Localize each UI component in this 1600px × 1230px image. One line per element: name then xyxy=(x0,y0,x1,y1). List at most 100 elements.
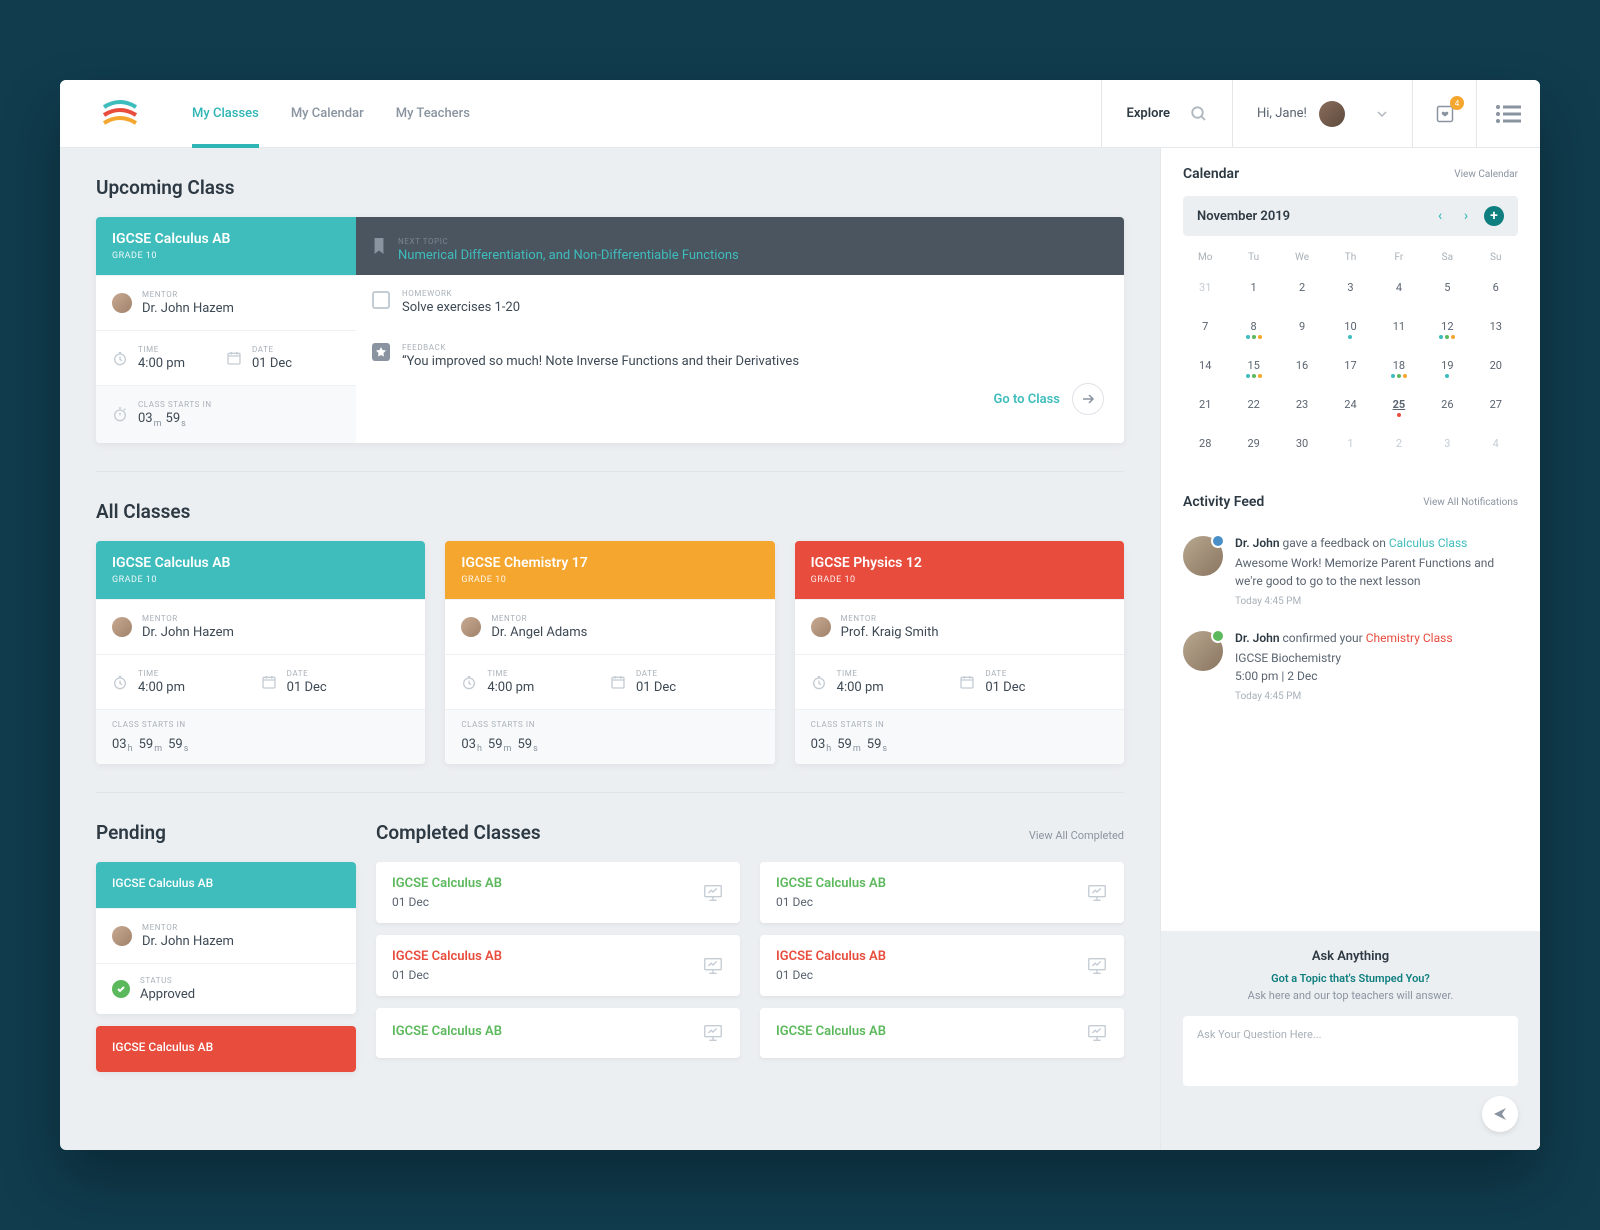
calendar-day[interactable]: 10 xyxy=(1328,312,1372,347)
calendar-dow: Th xyxy=(1328,246,1372,269)
calendar-day[interactable]: 18 xyxy=(1377,351,1421,386)
mentor-avatar xyxy=(112,293,132,313)
card-header: IGCSE Physics 12GRADE 10 xyxy=(795,541,1124,599)
calendar-day[interactable]: 6 xyxy=(1474,273,1518,308)
calendar-day[interactable]: 13 xyxy=(1474,312,1518,347)
completed-card[interactable]: IGCSE Calculus AB01 Dec xyxy=(376,862,740,923)
next-topic: Numerical Differentiation, and Non-Diffe… xyxy=(398,248,739,263)
activity-avatar xyxy=(1183,631,1223,671)
feedback-row: FEEDBACK“You improved so much! Note Inve… xyxy=(356,329,1124,383)
calendar-day[interactable]: 26 xyxy=(1425,390,1469,425)
class-card[interactable]: IGCSE Physics 12GRADE 10 MENTORProf. Kra… xyxy=(795,541,1124,765)
calendar-day[interactable]: 7 xyxy=(1183,312,1227,347)
calendar-day[interactable]: 30 xyxy=(1280,429,1324,464)
nav-my-calendar[interactable]: My Calendar xyxy=(291,80,364,148)
countdown-value: 03m59s xyxy=(138,411,212,429)
calendar-day[interactable]: 17 xyxy=(1328,351,1372,386)
activity-item[interactable]: Dr. John gave a feedback on Calculus Cla… xyxy=(1161,524,1540,619)
class-card[interactable]: IGCSE Calculus ABGRADE 10 MENTORDr. John… xyxy=(96,541,425,765)
list-icon xyxy=(1495,104,1523,124)
notification-badge: 4 xyxy=(1450,96,1464,110)
explore-link[interactable]: Explore xyxy=(1126,106,1170,121)
calendar-day[interactable]: 24 xyxy=(1328,390,1372,425)
menu-button[interactable] xyxy=(1476,80,1540,147)
class-title: IGCSE Calculus AB xyxy=(112,231,340,247)
logo[interactable] xyxy=(60,80,180,147)
nav-my-classes[interactable]: My Classes xyxy=(192,80,259,148)
goto-class-button[interactable] xyxy=(1072,383,1104,415)
view-notifications-link[interactable]: View All Notifications xyxy=(1423,497,1518,508)
user-greeting: Hi, Jane! xyxy=(1257,106,1307,121)
homework-row: HOMEWORKSolve exercises 1-20 xyxy=(356,275,1124,329)
view-all-completed-link[interactable]: View All Completed xyxy=(1029,829,1124,842)
completed-card[interactable]: IGCSE Calculus AB01 Dec xyxy=(376,935,740,996)
calendar-day[interactable]: 4 xyxy=(1474,429,1518,464)
checkbox[interactable] xyxy=(372,291,390,309)
activity-avatar xyxy=(1183,536,1223,576)
calendar-day[interactable]: 2 xyxy=(1377,429,1421,464)
activity-item[interactable]: Dr. John confirmed your Chemistry ClassI… xyxy=(1161,619,1540,714)
presentation-icon xyxy=(702,882,724,904)
calendar-day[interactable]: 5 xyxy=(1425,273,1469,308)
stopwatch-icon xyxy=(112,406,128,422)
clock-icon xyxy=(112,350,128,366)
calendar-day[interactable]: 19 xyxy=(1425,351,1469,386)
search-icon[interactable] xyxy=(1190,105,1208,123)
calendar-day[interactable]: 21 xyxy=(1183,390,1227,425)
nav-my-teachers[interactable]: My Teachers xyxy=(396,80,470,148)
calendar-day[interactable]: 2 xyxy=(1280,273,1324,308)
pending-heading: Pending xyxy=(96,821,356,844)
calendar-day[interactable]: 29 xyxy=(1231,429,1275,464)
completed-card[interactable]: IGCSE Calculus AB xyxy=(760,1008,1124,1058)
calendar-icon xyxy=(226,350,242,366)
calendar-day[interactable]: 4 xyxy=(1377,273,1421,308)
upcoming-heading: Upcoming Class xyxy=(96,176,1124,199)
calendar-day[interactable]: 31 xyxy=(1183,273,1227,308)
pending-card[interactable]: IGCSE Calculus AB xyxy=(96,1026,356,1072)
presentation-icon xyxy=(702,1022,724,1044)
calendar-day[interactable]: 25 xyxy=(1377,390,1421,425)
view-calendar-link[interactable]: View Calendar xyxy=(1454,169,1518,180)
mentor-avatar xyxy=(112,617,132,637)
calendar-day[interactable]: 3 xyxy=(1425,429,1469,464)
main-content: Upcoming Class IGCSE Calculus AB GRADE 1… xyxy=(60,148,1160,1150)
mentor-row: MENTORDr. John Hazem xyxy=(96,275,356,330)
calendar-next[interactable]: › xyxy=(1458,208,1474,224)
user-menu[interactable]: Hi, Jane! xyxy=(1232,80,1412,147)
pending-card[interactable]: IGCSE Calculus ABMENTORDr. John HazemSTA… xyxy=(96,862,356,1014)
completed-card[interactable]: IGCSE Calculus AB01 Dec xyxy=(760,935,1124,996)
calendar-day[interactable]: 12 xyxy=(1425,312,1469,347)
calendar-day[interactable]: 11 xyxy=(1377,312,1421,347)
calendar-dow: Tu xyxy=(1231,246,1275,269)
ask-subtitle: Ask here and our top teachers will answe… xyxy=(1183,989,1518,1002)
calendar-day[interactable]: 9 xyxy=(1280,312,1324,347)
card-header: IGCSE Calculus ABGRADE 10 xyxy=(96,541,425,599)
ask-send-button[interactable] xyxy=(1482,1096,1518,1132)
calendar-day[interactable]: 3 xyxy=(1328,273,1372,308)
goto-class-link[interactable]: Go to Class xyxy=(994,392,1060,407)
calendar-day[interactable]: 27 xyxy=(1474,390,1518,425)
favorites-button[interactable]: 4 xyxy=(1412,80,1476,147)
clock-icon xyxy=(112,674,128,690)
completed-card[interactable]: IGCSE Calculus AB xyxy=(376,1008,740,1058)
class-card[interactable]: IGCSE Chemistry 17GRADE 10 MENTORDr. Ang… xyxy=(445,541,774,765)
calendar-day[interactable]: 14 xyxy=(1183,351,1227,386)
calendar-day[interactable]: 15 xyxy=(1231,351,1275,386)
calendar-day[interactable]: 20 xyxy=(1474,351,1518,386)
topbar: My Classes My Calendar My Teachers Explore… xyxy=(60,80,1540,148)
calendar-day[interactable]: 1 xyxy=(1231,273,1275,308)
sidebar: Calendar View Calendar November 2019 ‹ ›… xyxy=(1160,148,1540,1150)
class-grade: GRADE 10 xyxy=(112,251,340,261)
completed-card[interactable]: IGCSE Calculus AB01 Dec xyxy=(760,862,1124,923)
calendar-day[interactable]: 22 xyxy=(1231,390,1275,425)
calendar-day[interactable]: 23 xyxy=(1280,390,1324,425)
ask-input[interactable]: Ask Your Question Here... xyxy=(1183,1016,1518,1086)
calendar-day[interactable]: 1 xyxy=(1328,429,1372,464)
calendar-day[interactable]: 8 xyxy=(1231,312,1275,347)
calendar-day[interactable]: 16 xyxy=(1280,351,1324,386)
calendar-prev[interactable]: ‹ xyxy=(1432,208,1448,224)
calendar-day[interactable]: 28 xyxy=(1183,429,1227,464)
ask-prompt: Got a Topic that's Stumped You? xyxy=(1183,972,1518,985)
calendar-add-button[interactable]: + xyxy=(1484,206,1504,226)
presentation-icon xyxy=(702,955,724,977)
